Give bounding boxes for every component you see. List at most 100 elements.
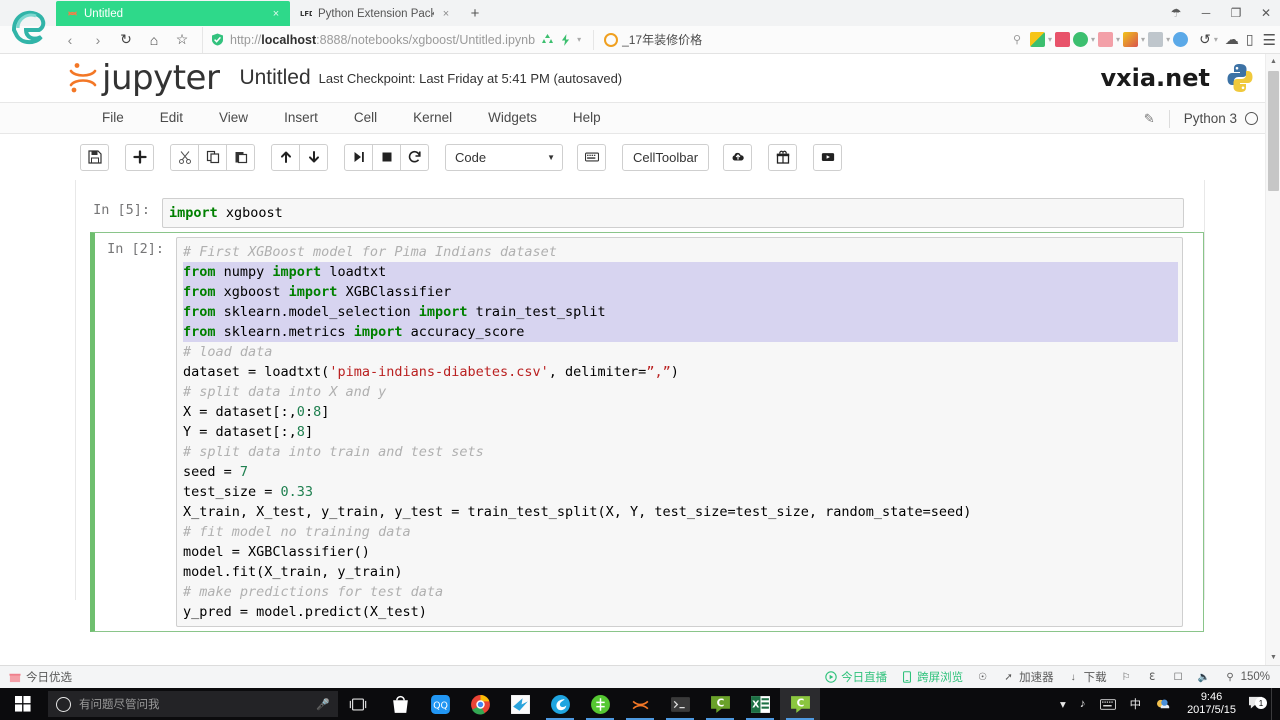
menu-cell[interactable]: Cell [336,103,395,133]
taskbar-app-jupyter[interactable] [620,688,660,720]
status-shield-item[interactable]: ☉ [976,671,989,684]
taskbar-app-green-circle[interactable] [580,688,620,720]
chevron-down-icon[interactable]: ▾ [1141,35,1145,44]
task-view-button[interactable] [338,688,378,720]
paste-button[interactable] [226,143,255,171]
save-button[interactable] [80,143,109,171]
menu-widgets[interactable]: Widgets [470,103,555,133]
magnifier-extension-icon[interactable] [1173,32,1189,47]
taskbar-app-chrome[interactable] [460,688,500,720]
notebook-title[interactable]: Untitled [239,66,310,90]
pencil-icon[interactable]: ✎ [1130,111,1169,127]
menu-file[interactable]: File [84,103,142,133]
recycle-icon[interactable] [541,33,554,46]
apps-extension-icon[interactable] [1030,32,1045,47]
chevron-down-icon[interactable]: ▾ [1214,35,1218,44]
taskbar-app-360-browser[interactable] [540,688,580,720]
status-edge-item[interactable]: ℇ [1146,671,1159,684]
forward-icon[interactable]: › [84,27,112,53]
taskbar-app-bird[interactable] [500,688,540,720]
video-icon[interactable] [813,143,843,171]
search-icon[interactable]: ⚲ [1007,33,1027,46]
address-bar[interactable]: http://localhost:8888/notebooks/xgboost/… [202,26,1280,53]
scroll-up-arrow-icon[interactable]: ▲ [1266,54,1280,69]
taskbar-app-camtasia[interactable]: C [700,688,740,720]
jupyter-logo[interactable]: jupyter [68,58,220,98]
show-desktop-button[interactable] [1271,688,1278,720]
page-scrollbar[interactable]: ▲ ▼ [1265,54,1280,665]
scrollbar-thumb[interactable] [1268,71,1279,191]
status-sound-item[interactable]: 🔈 [1198,671,1211,684]
bookmark-star-icon[interactable]: ☆ [168,27,196,53]
menu-kernel[interactable]: Kernel [395,103,470,133]
notebook-cell[interactable]: In [2]: # First XGBoost model for Pima In… [90,232,1204,632]
money-extension-icon[interactable] [1073,32,1089,47]
status-flag-item[interactable]: ⚐ [1120,671,1133,684]
insert-cell-below-button[interactable] [125,143,154,171]
browser-tab-1[interactable]: LFD Python Extension Packages fo × [290,1,460,26]
new-tab-button[interactable]: + [460,1,490,26]
game-extension-icon[interactable] [1148,32,1164,47]
skin-icon[interactable]: ☂ [1168,7,1184,19]
restart-kernel-button[interactable] [400,143,429,171]
chevron-down-icon[interactable]: ▾ [1116,35,1120,44]
cortana-search-box[interactable]: 有问题尽管问我 🎤 [48,691,338,717]
status-left[interactable]: 今日优选 [0,669,72,685]
chevron-down-icon[interactable]: ▾ [1091,35,1095,44]
move-cell-down-button[interactable] [299,143,328,171]
status-download-item[interactable]: ↓ 下载 [1067,669,1107,685]
interrupt-kernel-button[interactable] [372,143,401,171]
tray-keyboard-icon[interactable] [1093,688,1123,720]
tray-chevron-icon[interactable]: ▾ [1053,688,1073,720]
notification-center-button[interactable]: 1 [1244,696,1271,712]
taskbar-app-excel[interactable]: X [740,688,780,720]
close-button[interactable]: ✕ [1258,7,1274,19]
taskbar-app-qq[interactable]: QQ [420,688,460,720]
tray-sound-icon[interactable]: ♪ [1073,688,1093,720]
taskbar-clock[interactable]: 9:46 2017/5/15 [1179,688,1244,720]
cell-input-area[interactable]: import xgboost [162,198,1184,228]
status-accelerator-item[interactable]: ➚ 加速器 [1002,669,1053,685]
cell-type-select[interactable]: Code ▼ [445,143,563,171]
status-crossscreen-item[interactable]: 跨屏浏览 [900,669,963,685]
tray-weather-icon[interactable] [1148,688,1179,720]
command-palette-button[interactable] [577,143,606,171]
reload-icon[interactable]: ↻ [112,27,140,53]
scroll-down-arrow-icon[interactable]: ▼ [1266,650,1280,665]
mobile-icon[interactable]: ▯ [1242,31,1254,48]
gallery-extension-icon[interactable] [1123,32,1139,47]
maximize-button[interactable]: ❐ [1228,7,1244,19]
run-cell-button[interactable] [344,143,373,171]
tab-close-icon[interactable]: × [270,8,282,20]
start-button[interactable] [0,688,46,720]
notebook-cell[interactable]: In [5]: import xgboost [76,194,1204,232]
status-live-item[interactable]: 今日直播 [824,669,887,685]
menu-icon[interactable]: ☰ [1257,31,1276,49]
cut-button[interactable] [170,143,199,171]
home-icon[interactable]: ⌂ [140,27,168,53]
chevron-down-icon[interactable]: ▾ [577,35,581,44]
menu-insert[interactable]: Insert [266,103,336,133]
browser-tab-0[interactable]: Untitled × [56,1,290,26]
microphone-icon[interactable]: 🎤 [316,698,330,711]
publish-cloud-icon[interactable] [723,143,753,171]
tab-close-icon[interactable]: × [440,8,452,20]
taskbar-app-microsoft-store[interactable] [380,688,420,720]
status-window-item[interactable]: ☐ [1172,671,1185,684]
lightning-icon[interactable] [561,33,570,46]
menu-help[interactable]: Help [555,103,619,133]
red-extension-icon[interactable] [1055,32,1071,47]
minimize-button[interactable]: ─ [1198,7,1214,19]
kernel-status-icon[interactable] [1245,112,1258,125]
menu-view[interactable]: View [201,103,266,133]
tray-ime-icon[interactable]: 中 [1123,688,1149,720]
chevron-down-icon[interactable]: ▾ [1048,35,1052,44]
taskbar-app-camtasia-studio[interactable]: C [780,688,820,720]
translate-extension-icon[interactable] [1098,32,1114,47]
cell-input-area[interactable]: # First XGBoost model for Pima Indians d… [176,237,1183,627]
cloud-icon[interactable]: ☁ [1221,31,1239,48]
copy-button[interactable] [198,143,227,171]
taskbar-app-console[interactable] [660,688,700,720]
menu-edit[interactable]: Edit [142,103,201,133]
cell-toolbar-button[interactable]: CellToolbar [622,143,710,171]
